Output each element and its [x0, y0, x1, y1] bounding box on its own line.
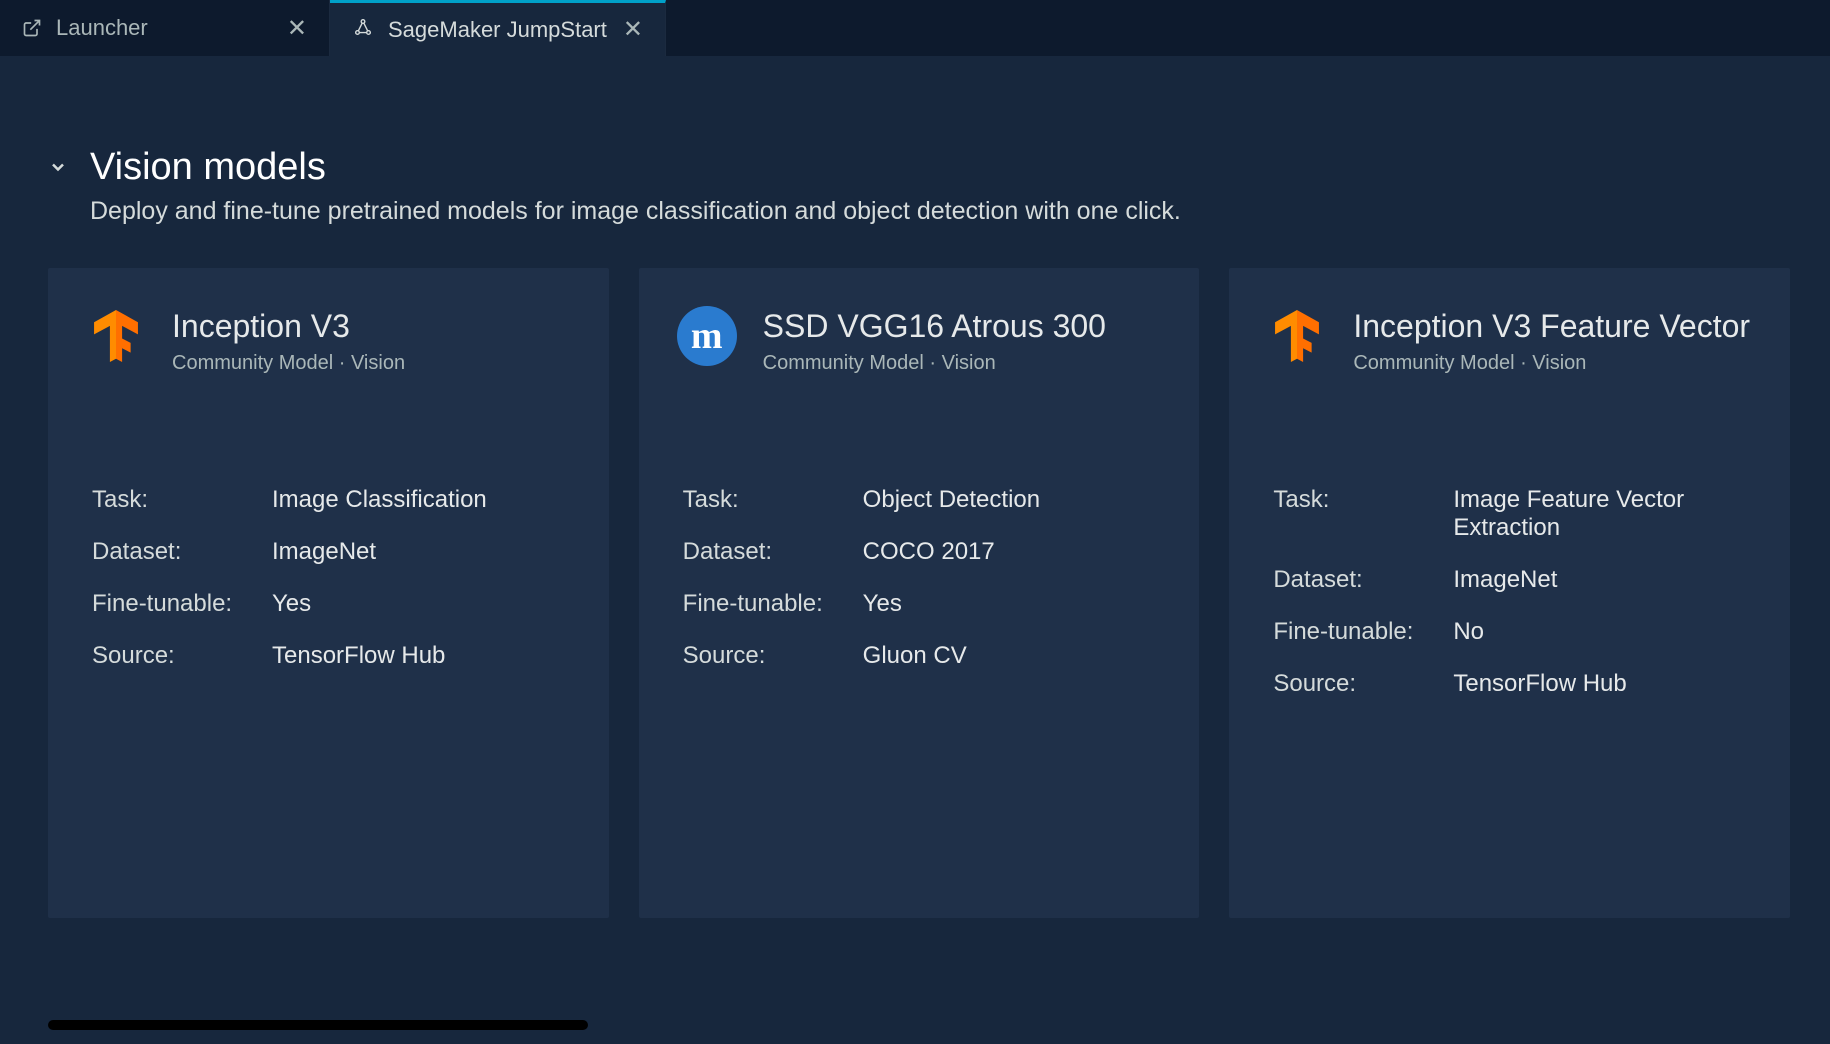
tab-launcher[interactable]: Launcher ✕ [0, 0, 330, 56]
card-details: Task: Image Feature Vector Extraction Da… [1273, 486, 1752, 698]
scrollbar-thumb[interactable] [48, 1020, 588, 1030]
source-value: Gluon CV [863, 642, 1162, 670]
section-header[interactable]: Vision models [48, 146, 1790, 189]
model-card-ssd-vgg16[interactable]: m SSD VGG16 Atrous 300 Community Model ·… [639, 268, 1200, 918]
task-label: Task: [1273, 486, 1433, 542]
source-label: Source: [683, 642, 843, 670]
section-title: Vision models [90, 146, 326, 189]
card-details: Task: Image Classification Dataset: Imag… [92, 486, 571, 670]
external-link-icon [22, 18, 42, 38]
card-meta: Community Model · Vision [763, 352, 1162, 375]
finetunable-value: Yes [272, 590, 571, 618]
card-details: Task: Object Detection Dataset: COCO 201… [683, 486, 1162, 670]
close-icon[interactable]: ✕ [619, 11, 647, 48]
source-value: TensorFlow Hub [272, 642, 571, 670]
card-meta: Community Model · Vision [172, 352, 571, 375]
finetunable-label: Fine-tunable: [683, 590, 843, 618]
task-value: Image Feature Vector Extraction [1453, 486, 1752, 542]
finetunable-label: Fine-tunable: [92, 590, 252, 618]
task-value: Object Detection [863, 486, 1162, 514]
jumpstart-icon [352, 16, 374, 44]
finetunable-value: Yes [863, 590, 1162, 618]
model-card-inception-v3[interactable]: Inception V3 Community Model · Vision Ta… [48, 268, 609, 918]
tab-jumpstart-title: SageMaker JumpStart [388, 17, 607, 43]
source-value: TensorFlow Hub [1453, 670, 1752, 698]
card-title: Inception V3 Feature Vector [1353, 306, 1752, 346]
card-title: SSD VGG16 Atrous 300 [763, 306, 1162, 346]
dataset-label: Dataset: [92, 538, 252, 566]
tab-launcher-title: Launcher [56, 15, 148, 41]
tensorflow-icon [1267, 306, 1327, 366]
section-subtitle: Deploy and fine-tune pretrained models f… [90, 197, 1790, 226]
mxnet-icon: m [677, 306, 737, 366]
tab-sagemaker-jumpstart[interactable]: SageMaker JumpStart ✕ [330, 0, 666, 56]
tensorflow-icon [86, 306, 146, 366]
source-label: Source: [92, 642, 252, 670]
cards-row: Inception V3 Community Model · Vision Ta… [48, 268, 1790, 918]
card-meta: Community Model · Vision [1353, 352, 1752, 375]
model-card-inception-v3-feature-vector[interactable]: Inception V3 Feature Vector Community Mo… [1229, 268, 1790, 918]
source-label: Source: [1273, 670, 1433, 698]
dataset-value: ImageNet [272, 538, 571, 566]
task-label: Task: [92, 486, 252, 514]
horizontal-scrollbar[interactable] [48, 1020, 628, 1030]
main-content: Vision models Deploy and fine-tune pretr… [0, 56, 1830, 1044]
tab-bar: Launcher ✕ SageMaker JumpStart ✕ [0, 0, 1830, 56]
dataset-label: Dataset: [683, 538, 843, 566]
finetunable-value: No [1453, 618, 1752, 646]
dataset-label: Dataset: [1273, 566, 1433, 594]
close-icon[interactable]: ✕ [283, 10, 311, 47]
dataset-value: COCO 2017 [863, 538, 1162, 566]
finetunable-label: Fine-tunable: [1273, 618, 1433, 646]
task-value: Image Classification [272, 486, 571, 514]
task-label: Task: [683, 486, 843, 514]
chevron-down-icon[interactable] [48, 157, 68, 182]
card-title: Inception V3 [172, 306, 571, 346]
dataset-value: ImageNet [1453, 566, 1752, 594]
